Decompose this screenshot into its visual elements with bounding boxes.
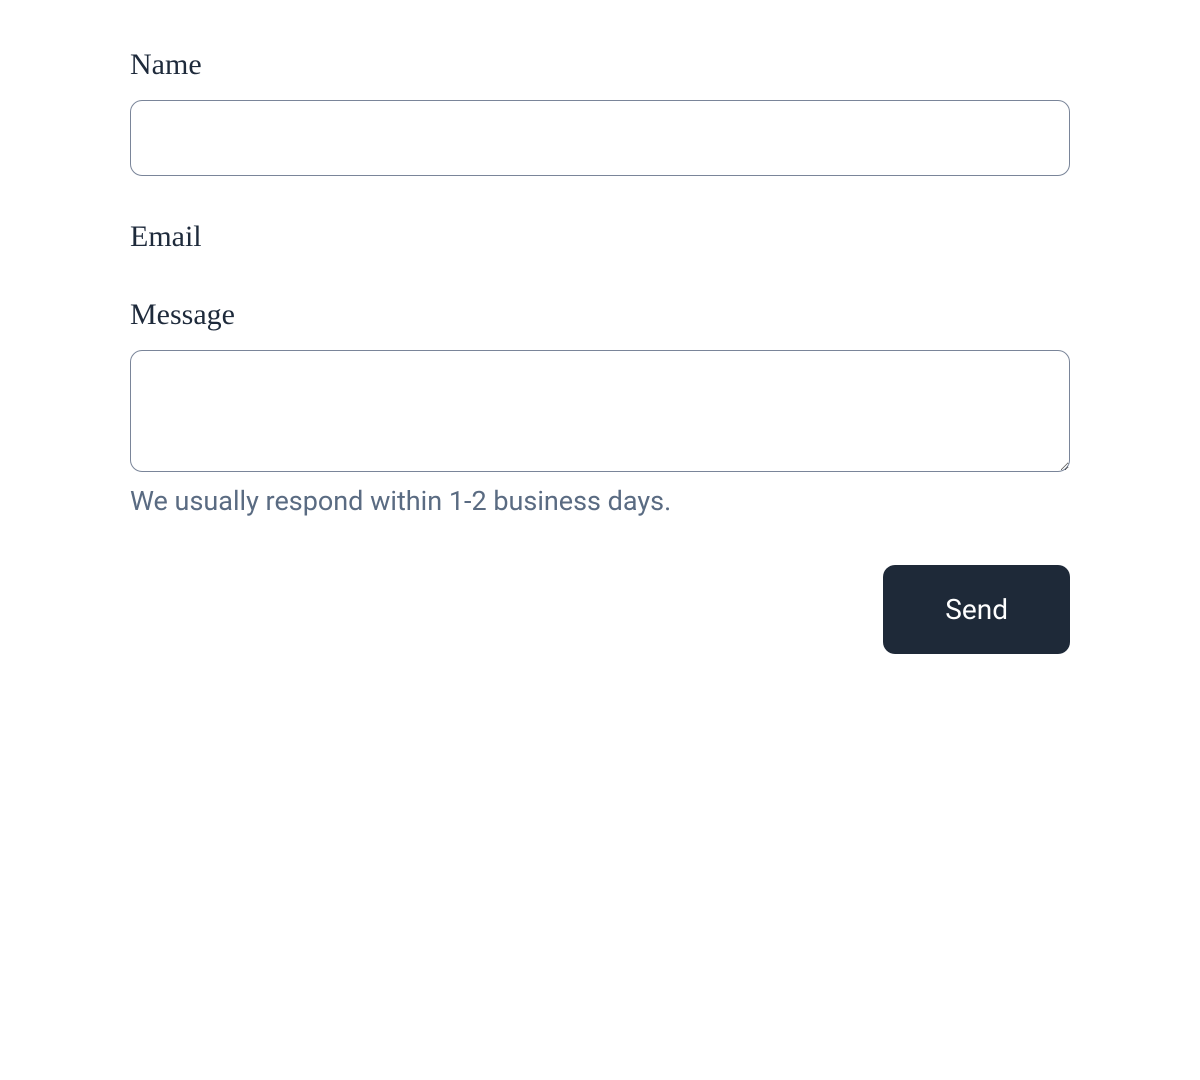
email-field-group: Email [130, 220, 1070, 254]
email-label: Email [130, 220, 1070, 254]
button-row: Send [130, 565, 1070, 654]
contact-form: Name Email Message We usually respond wi… [130, 48, 1070, 654]
message-help-text: We usually respond within 1-2 business d… [130, 485, 1070, 517]
send-button[interactable]: Send [883, 565, 1070, 654]
message-label: Message [130, 298, 1070, 332]
message-field-group: Message [130, 298, 1070, 477]
name-input[interactable] [130, 100, 1070, 176]
name-label: Name [130, 48, 1070, 82]
name-field-group: Name [130, 48, 1070, 176]
message-textarea[interactable] [130, 350, 1070, 472]
